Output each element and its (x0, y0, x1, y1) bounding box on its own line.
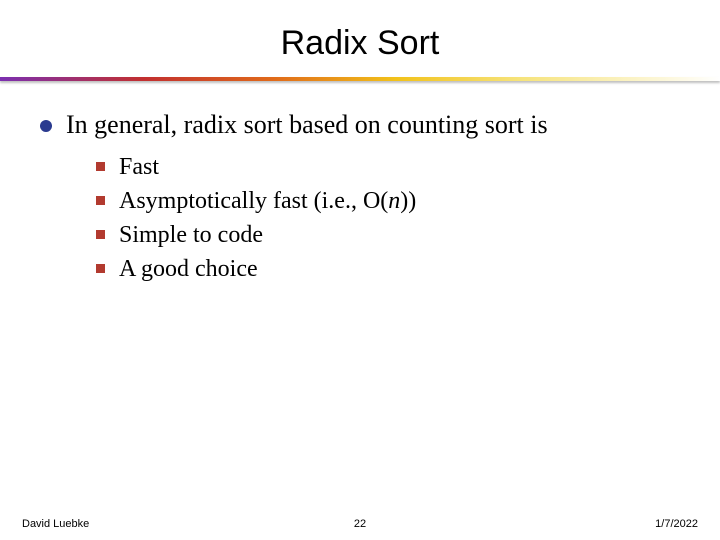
footer-author: David Luebke (22, 518, 89, 530)
bullet-circle-icon (40, 120, 52, 132)
bullet-square-icon (96, 196, 105, 205)
bullet-level2: A good choice (96, 254, 692, 284)
bullet-level2: Simple to code (96, 220, 692, 250)
bullet-square-icon (96, 264, 105, 273)
bullet-level2: Fast (96, 152, 692, 182)
footer-page-number: 22 (354, 518, 366, 530)
bullet-square-icon (96, 162, 105, 171)
bullet-level2-text: Fast (119, 152, 159, 182)
bullet-square-icon (96, 230, 105, 239)
bullet-level1: In general, radix sort based on counting… (40, 109, 692, 142)
bullet-level2-text: Simple to code (119, 220, 263, 250)
bullet-level2-text: A good choice (119, 254, 258, 284)
slide-body: In general, radix sort based on counting… (0, 109, 720, 284)
slide-title: Radix Sort (0, 0, 720, 77)
bullet-level2: Asymptotically fast (i.e., O(n)) (96, 186, 692, 216)
bullet-level1-text: In general, radix sort based on counting… (66, 109, 548, 142)
gradient-rule (0, 77, 720, 81)
footer-date: 1/7/2022 (655, 518, 698, 530)
slide-footer: David Luebke 22 1/7/2022 (0, 518, 720, 530)
bullet-level2-text: Asymptotically fast (i.e., O(n)) (119, 186, 416, 216)
sub-bullet-list: Fast Asymptotically fast (i.e., O(n)) Si… (96, 152, 692, 284)
